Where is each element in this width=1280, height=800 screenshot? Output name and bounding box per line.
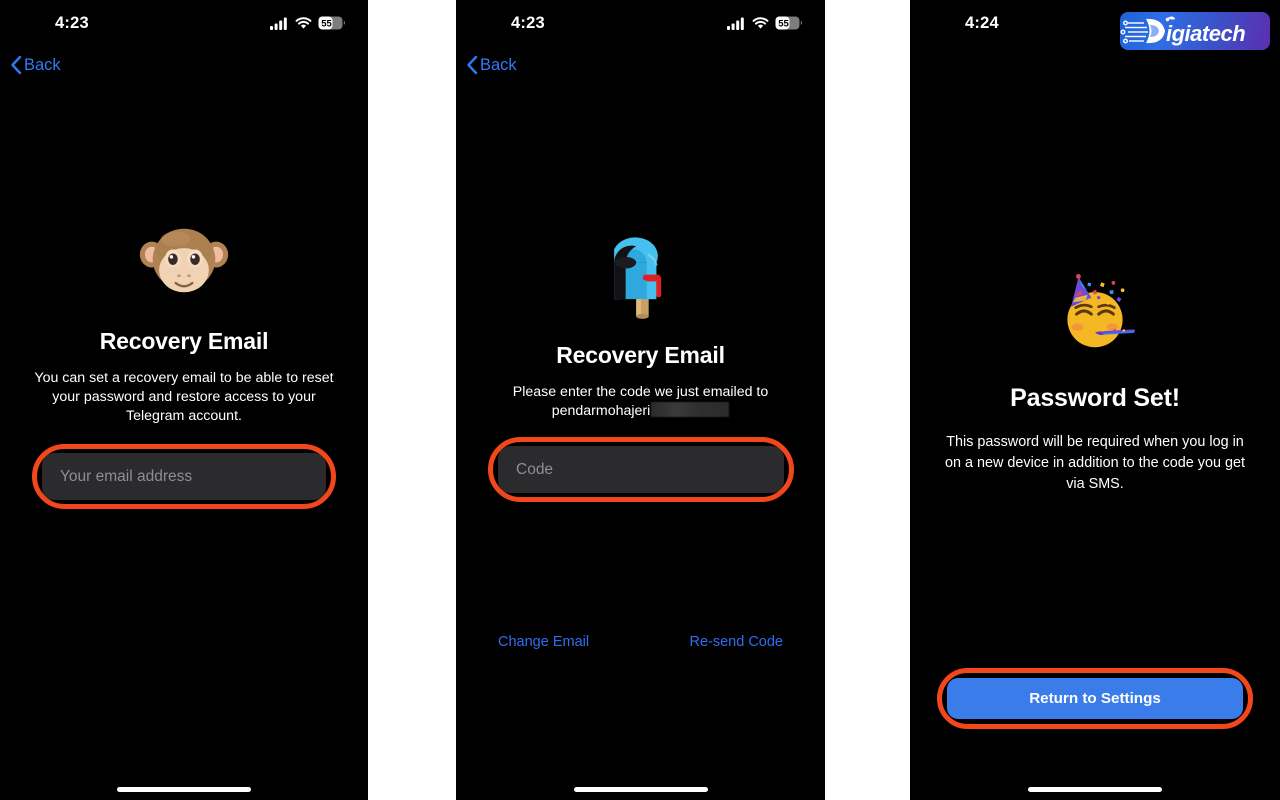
back-button-label: Back xyxy=(480,55,517,74)
screenshot-stage: 4:23 55 Back Recovery Email You can set … xyxy=(0,0,1280,800)
return-to-settings-button[interactable]: Return to Settings xyxy=(947,678,1243,719)
back-button[interactable]: Back xyxy=(460,53,523,77)
page-description: Please enter the code we just emailed to… xyxy=(491,383,791,421)
digiatech-logo: igiatech xyxy=(1120,12,1270,50)
recovery-email-address: pendarmohajeri xyxy=(551,403,651,419)
monkey-face-emoji xyxy=(139,228,229,293)
redacted-email-domain xyxy=(651,402,730,417)
mailbox-emoji xyxy=(613,237,661,319)
wifi-icon xyxy=(295,16,312,29)
nav-bar: Back xyxy=(4,50,67,80)
svg-text:igiatech: igiatech xyxy=(1166,21,1245,46)
code-input[interactable]: Code xyxy=(498,446,784,493)
chevron-left-icon xyxy=(467,55,478,75)
change-email-link[interactable]: Change Email xyxy=(496,630,591,654)
email-input[interactable]: Your email address xyxy=(42,453,326,500)
status-bar-time: 4:23 xyxy=(55,13,89,32)
page-title: Recovery Email xyxy=(556,342,725,368)
back-button[interactable]: Back xyxy=(4,53,67,77)
status-bar: 4:23 55 xyxy=(456,0,825,44)
phone-screen-recovery-email-code: 4:23 55 Back Recovery Email Please enter… xyxy=(456,0,825,800)
svg-text:55: 55 xyxy=(778,19,789,30)
nav-bar: Back xyxy=(460,50,523,80)
digiatech-logo-mark: igiatech xyxy=(1120,16,1246,46)
cellular-bars-icon xyxy=(270,17,287,30)
code-input-placeholder: Code xyxy=(516,460,554,478)
battery-icon: 55 xyxy=(318,16,346,30)
wifi-icon xyxy=(752,16,769,29)
bottom-links-row: Change Email Re-send Code xyxy=(456,630,825,654)
panel-content: Password Set! This password will be requ… xyxy=(910,270,1280,495)
back-button-label: Back xyxy=(24,55,61,74)
status-bar-indicators: 55 xyxy=(270,16,346,30)
cellular-bars-icon xyxy=(727,17,744,30)
panel-content: Recovery Email Please enter the code we … xyxy=(456,230,825,421)
home-indicator xyxy=(1028,787,1162,792)
status-bar-indicators: 55 xyxy=(727,16,803,30)
battery-icon: 55 xyxy=(775,16,803,30)
page-description: This password will be required when you … xyxy=(944,434,1246,492)
page-description: You can set a recovery email to be able … xyxy=(34,370,334,424)
panel-content: Recovery Email You can set a recovery em… xyxy=(0,215,368,426)
status-bar-time: 4:24 xyxy=(965,13,999,32)
resend-code-link[interactable]: Re-send Code xyxy=(688,630,786,654)
phone-screen-password-set: 4:24 igiatech Password Set! This passwor… xyxy=(910,0,1280,800)
page-description-line1: Please enter the code we just emailed to xyxy=(512,384,769,400)
home-indicator xyxy=(573,787,708,792)
svg-text:55: 55 xyxy=(321,19,332,30)
page-title: Password Set! xyxy=(1010,384,1180,412)
phone-screen-recovery-email-entry: 4:23 55 Back Recovery Email You can set … xyxy=(0,0,368,800)
chevron-left-icon xyxy=(11,55,22,75)
partying-face-emoji xyxy=(1067,274,1136,348)
home-indicator xyxy=(117,787,251,792)
page-title: Recovery Email xyxy=(99,328,269,354)
status-bar: 4:23 55 xyxy=(0,0,368,44)
status-bar-time: 4:23 xyxy=(511,13,545,32)
email-input-placeholder: Your email address xyxy=(60,467,193,485)
